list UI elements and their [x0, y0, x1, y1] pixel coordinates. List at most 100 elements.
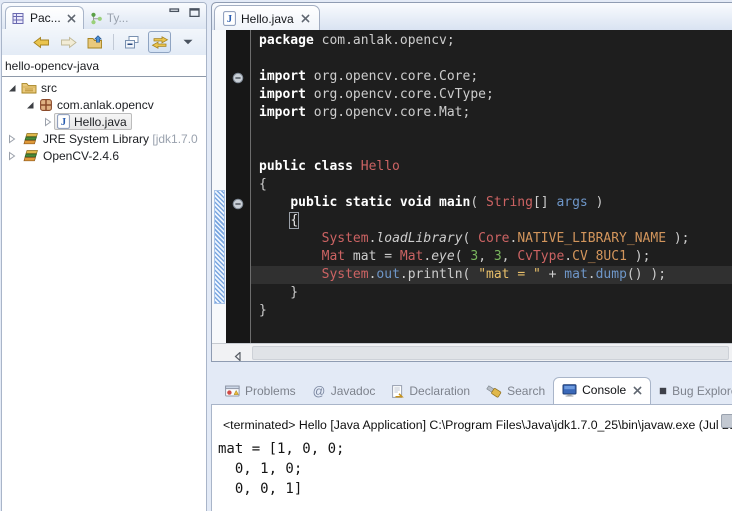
code-line-14[interactable]: System.out.println( "mat = " + mat.dump(… — [251, 266, 732, 284]
maximize-button[interactable] — [189, 8, 200, 17]
code-line-10[interactable]: public static void main( String[] args ) — [259, 194, 732, 212]
view-tab-label: Console — [582, 383, 626, 397]
srcfolder-icon — [21, 81, 37, 94]
collapse-all-button[interactable] — [121, 32, 142, 52]
view-tab-javadoc[interactable]: @Javadoc — [304, 379, 384, 404]
tree-item-hello-java[interactable]: J Hello.java — [2, 113, 206, 130]
console-toolbar-button[interactable] — [721, 414, 732, 428]
view-tab-label: Bug Explorer — [672, 384, 732, 398]
toolbar-separator — [113, 34, 114, 50]
forward-button[interactable] — [58, 32, 79, 52]
code-line-5[interactable]: import org.opencv.core.Mat; — [259, 104, 732, 122]
tree-item-box: OpenCV-2.4.6 — [18, 148, 124, 164]
code-line-16[interactable]: } — [259, 302, 732, 320]
forward-icon — [60, 36, 77, 49]
code-line-3[interactable]: import org.opencv.core.Core; — [259, 68, 732, 86]
tree-item-com-anlak-opencv[interactable]: com.anlak.opencv — [2, 96, 206, 113]
scrollbar-thumb[interactable] — [252, 346, 729, 360]
console-icon — [562, 384, 577, 397]
tree-item-label: Hello.java — [74, 115, 127, 129]
scroll-left-arrow-icon[interactable] — [234, 348, 242, 362]
panel-window-buttons — [169, 8, 200, 17]
javafile-icon: J — [57, 114, 70, 129]
tree-item-label: com.anlak.opencv — [57, 98, 154, 112]
code-line-6[interactable] — [259, 122, 732, 140]
view-tab-console[interactable]: Console — [553, 377, 651, 404]
close-icon[interactable] — [301, 14, 310, 23]
view-tab-label: Pac... — [30, 11, 61, 25]
declaration-icon — [391, 385, 404, 398]
code-line-1[interactable]: package com.anlak.opencv; — [259, 32, 732, 50]
tree-item-opencv-2-4-6[interactable]: OpenCV-2.4.6 — [2, 147, 206, 164]
code-line-8[interactable]: public class Hello — [259, 158, 732, 176]
minimize-button[interactable] — [169, 8, 180, 17]
tree-item-label: OpenCV-2.4.6 — [43, 149, 119, 163]
code-line-7[interactable] — [259, 140, 732, 158]
editor-area: J Hello.java package com.anlak.opencv; im… — [211, 2, 732, 362]
collapse-all-icon — [124, 35, 140, 49]
svg-text:J: J — [61, 117, 66, 128]
view-tab-bug-explorer[interactable]: Bug Explorer — [651, 379, 732, 404]
tree-separator — [2, 76, 206, 77]
collapsed-arrow-icon[interactable] — [6, 151, 18, 161]
fold-collapse-icon[interactable] — [232, 71, 244, 89]
view-tab-label: Search — [507, 384, 545, 398]
expanded-arrow-icon[interactable] — [6, 83, 18, 93]
expanded-arrow-icon[interactable] — [24, 100, 36, 110]
code-line-9[interactable]: { — [259, 176, 732, 194]
left-tabs: Pac... Ty... — [5, 6, 135, 29]
tree-item-jre-system-library[interactable]: JRE System Library [jdk1.7.0 — [2, 130, 206, 147]
view-tab-problems[interactable]: Problems — [217, 379, 304, 404]
project-root-label: hello-opencv-java — [5, 59, 99, 73]
java-file-icon: J — [223, 11, 236, 26]
collapsed-arrow-icon[interactable] — [42, 117, 54, 127]
code-area[interactable]: package com.anlak.opencv; import org.open… — [251, 30, 732, 344]
typehier-icon — [90, 12, 103, 25]
tree-item-box: com.anlak.opencv — [36, 97, 159, 113]
bottom-view-stack: Problems @Javadoc Declaration Search Console… — [211, 376, 732, 511]
folding-gutter[interactable] — [226, 30, 251, 344]
code-line-4[interactable]: import org.opencv.core.CvType; — [259, 86, 732, 104]
view-tab-search[interactable]: Search — [478, 379, 553, 404]
code-line-12[interactable]: System.loadLibrary( Core.NATIVE_LIBRARY_… — [259, 230, 732, 248]
editor-tab-bar: J Hello.java — [212, 3, 732, 30]
package-explorer-toolbar — [2, 29, 206, 55]
back-icon — [33, 36, 50, 49]
tree-item-src[interactable]: src — [2, 79, 206, 96]
project-root-item[interactable]: hello-opencv-java — [2, 56, 206, 75]
editor-tab-label: Hello.java — [241, 12, 294, 26]
view-tab-type-hierarchy[interactable]: Ty... — [84, 7, 136, 29]
back-button[interactable] — [31, 32, 52, 52]
code-line-15[interactable]: } — [259, 284, 732, 302]
editor-body: package com.anlak.opencv; import org.open… — [212, 30, 732, 344]
library-icon — [21, 132, 39, 146]
pkgexp-icon — [12, 12, 26, 25]
tree-item-label: JRE System Library [jdk1.7.0 — [43, 132, 198, 146]
bugsq-icon — [659, 387, 667, 395]
view-menu-button[interactable] — [177, 32, 198, 52]
close-icon[interactable] — [633, 386, 642, 395]
svg-text:J: J — [227, 14, 232, 25]
code-line-13[interactable]: Mat mat = Mat.eye( 3, 3, CvType.CV_8UC1 … — [259, 248, 732, 266]
link-with-editor-button[interactable] — [148, 31, 171, 53]
console-output[interactable]: mat = [1, 0, 0; 0, 1, 0; 0, 0, 1] — [212, 439, 732, 499]
code-line-11[interactable]: { — [259, 212, 732, 230]
editor-horizontal-scrollbar[interactable] — [212, 343, 732, 361]
javadoc-icon: @ — [312, 385, 326, 398]
annotation-ruler[interactable] — [212, 30, 226, 344]
collapsed-arrow-icon[interactable] — [6, 134, 18, 144]
tree-rows: src com.anlak.opencv J Hello.java JRE System… — [2, 79, 206, 164]
view-tab-package-explorer[interactable]: Pac... — [5, 6, 84, 29]
code-line-2[interactable] — [259, 50, 732, 68]
close-icon[interactable] — [67, 14, 76, 23]
svg-text:@: @ — [312, 385, 325, 398]
problems-icon — [225, 385, 240, 397]
view-tab-declaration[interactable]: Declaration — [383, 379, 478, 404]
left-tab-bar: Pac... Ty... — [2, 3, 206, 29]
editor-tab-hello-java[interactable]: J Hello.java — [214, 5, 320, 30]
up-button[interactable] — [85, 32, 106, 52]
fold-collapse-icon[interactable] — [232, 197, 244, 215]
package-explorer-panel: Pac... Ty... hello-opencv-java src com.anl… — [1, 2, 207, 511]
view-tab-label: Declaration — [409, 384, 470, 398]
view-tab-label: Problems — [245, 384, 296, 398]
